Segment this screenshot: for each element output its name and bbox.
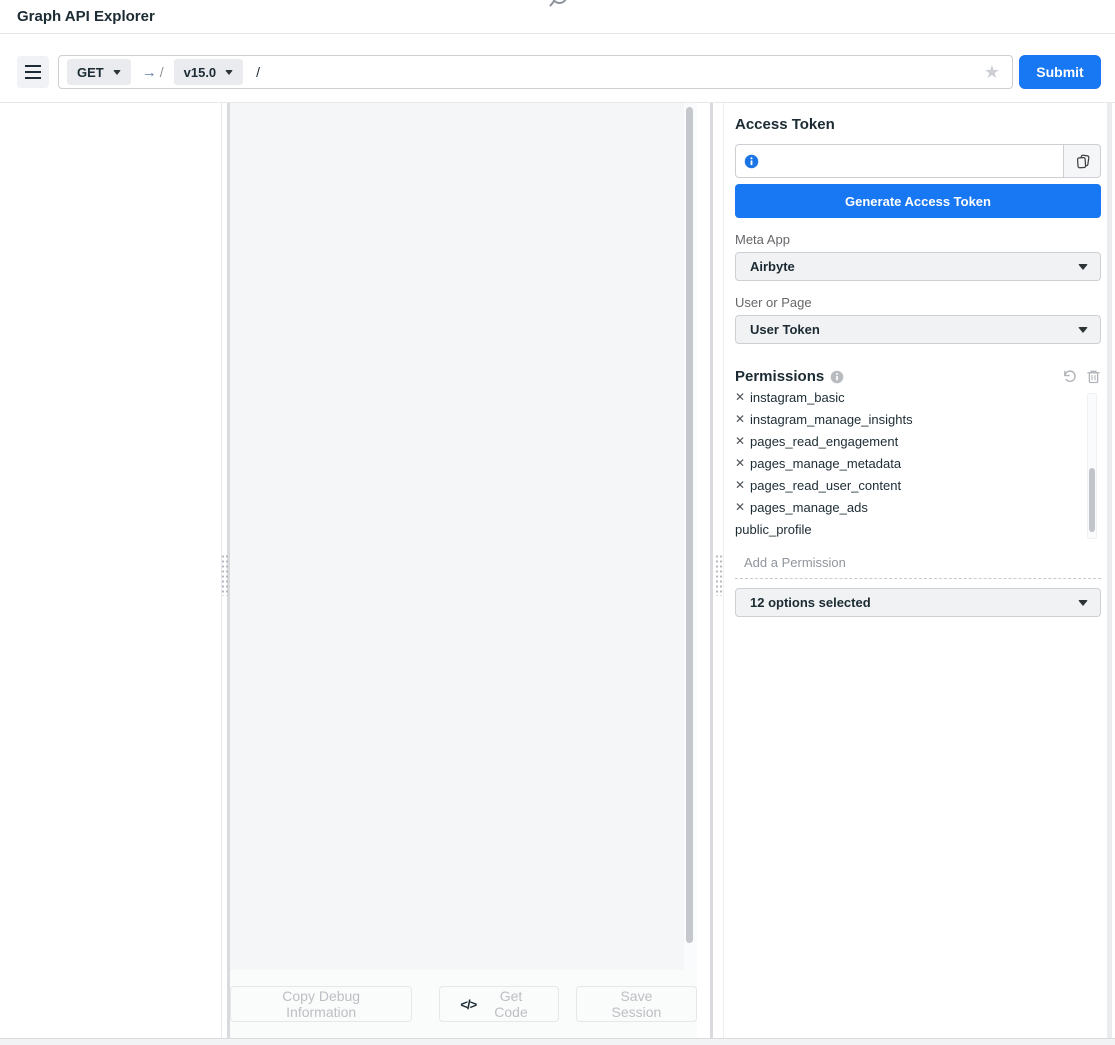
copy-token-button[interactable] bbox=[1063, 144, 1101, 178]
window-scrollbar-track[interactable] bbox=[1107, 103, 1112, 1038]
http-method-dropdown[interactable]: GET bbox=[67, 59, 131, 85]
meta-app-label: Meta App bbox=[735, 232, 1101, 247]
api-version-label: v15.0 bbox=[184, 65, 217, 80]
remove-permission-icon[interactable]: ✕ bbox=[735, 435, 750, 447]
response-panel bbox=[230, 103, 697, 970]
page-bottom-edge bbox=[0, 1038, 1115, 1045]
dashed-divider bbox=[735, 578, 1101, 579]
remove-permission-icon[interactable]: ✕ bbox=[735, 457, 750, 469]
trash-icon bbox=[1086, 369, 1101, 384]
favorite-star-icon[interactable]: ★ bbox=[980, 63, 1004, 81]
remove-permission-icon[interactable]: ✕ bbox=[735, 413, 750, 425]
permission-label: pages_read_engagement bbox=[750, 434, 898, 449]
bottom-action-bar: Copy Debug Information </> Get Code Save… bbox=[230, 970, 697, 1038]
user-or-page-dropdown[interactable]: User Token bbox=[735, 315, 1101, 344]
permissions-list: ✕ instagram_basic ✕ instagram_manage_ins… bbox=[735, 391, 1101, 541]
undo-icon bbox=[1062, 369, 1077, 384]
meta-app-value: Airbyte bbox=[750, 259, 795, 274]
arrow-icon: → bbox=[142, 64, 157, 81]
permission-item: ✕ instagram_basic bbox=[735, 391, 1101, 408]
get-code-button[interactable]: </> Get Code bbox=[439, 986, 558, 1022]
left-resize-handle[interactable] bbox=[221, 554, 228, 596]
permission-label: pages_read_user_content bbox=[750, 478, 901, 493]
hamburger-icon bbox=[25, 65, 41, 67]
request-url-bar[interactable]: GET → / v15.0 / ★ bbox=[58, 55, 1013, 89]
search-icon[interactable] bbox=[546, 0, 570, 11]
permission-item: ✕ pages_read_user_content bbox=[735, 474, 1101, 496]
chevron-down-icon bbox=[1078, 327, 1088, 333]
copy-icon bbox=[1074, 153, 1091, 170]
undo-permissions-button[interactable] bbox=[1062, 369, 1077, 384]
chevron-down-icon bbox=[1078, 264, 1088, 270]
chevron-down-icon bbox=[113, 70, 121, 75]
right-split-border bbox=[723, 103, 724, 1038]
remove-permission-icon[interactable]: ✕ bbox=[735, 479, 750, 491]
remove-permission-icon[interactable]: ✕ bbox=[735, 501, 750, 513]
request-path-value[interactable]: / bbox=[256, 64, 260, 80]
meta-app-dropdown[interactable]: Airbyte bbox=[735, 252, 1101, 281]
permissions-summary-dropdown[interactable]: 12 options selected bbox=[735, 588, 1101, 617]
info-icon[interactable] bbox=[830, 370, 844, 384]
http-method-label: GET bbox=[77, 65, 104, 80]
save-session-button[interactable]: Save Session bbox=[576, 986, 697, 1022]
user-or-page-value: User Token bbox=[750, 322, 820, 337]
copy-debug-information-button[interactable]: Copy Debug Information bbox=[230, 986, 412, 1022]
permission-label: instagram_manage_insights bbox=[750, 412, 913, 427]
request-toolbar: GET → / v15.0 / ★ Submit bbox=[0, 34, 1115, 103]
permission-item: ✕ pages_manage_metadata bbox=[735, 452, 1101, 474]
permission-item: ✕ pages_manage_ads bbox=[735, 496, 1101, 518]
clear-permissions-button[interactable] bbox=[1086, 369, 1101, 384]
access-token-input-wrap[interactable] bbox=[735, 144, 1063, 178]
permissions-scrollbar-track bbox=[1087, 393, 1097, 539]
response-scrollbar-thumb[interactable] bbox=[686, 107, 693, 943]
access-token-sidebar: Access Token Generate Access Token Meta … bbox=[735, 103, 1101, 617]
permissions-heading: Permissions bbox=[735, 368, 824, 385]
permission-label: instagram_basic bbox=[750, 391, 845, 405]
remove-permission-icon[interactable]: ✕ bbox=[735, 391, 750, 403]
chevron-down-icon bbox=[225, 70, 233, 75]
menu-button[interactable] bbox=[17, 56, 49, 88]
permissions-summary-value: 12 options selected bbox=[750, 595, 871, 610]
code-icon: </> bbox=[460, 997, 476, 1012]
generate-access-token-button[interactable]: Generate Access Token bbox=[735, 184, 1101, 218]
permission-item: ✕ pages_read_engagement bbox=[735, 430, 1101, 452]
add-permission-input[interactable] bbox=[735, 555, 1101, 570]
permission-item: public_profile bbox=[735, 518, 1101, 540]
right-resize-handle[interactable] bbox=[715, 554, 722, 596]
left-sidebar-panel bbox=[0, 103, 222, 1038]
access-token-field-group bbox=[735, 144, 1101, 178]
app-header: Graph API Explorer bbox=[0, 0, 1115, 34]
permission-label: pages_manage_metadata bbox=[750, 456, 901, 471]
api-version-dropdown[interactable]: v15.0 bbox=[174, 59, 244, 85]
permission-label: public_profile bbox=[735, 522, 812, 537]
permissions-header: Permissions bbox=[735, 368, 1101, 385]
page-title: Graph API Explorer bbox=[17, 8, 155, 25]
root-slash: / bbox=[160, 64, 164, 80]
chevron-down-icon bbox=[1078, 600, 1088, 606]
graph-api-explorer-page: Graph API Explorer GET → / v15.0 / ★ Sub… bbox=[0, 0, 1115, 1045]
submit-button[interactable]: Submit bbox=[1019, 55, 1101, 89]
info-icon[interactable] bbox=[744, 154, 759, 169]
access-token-input[interactable] bbox=[759, 145, 1063, 177]
access-token-heading: Access Token bbox=[735, 116, 1101, 133]
user-or-page-label: User or Page bbox=[735, 295, 1101, 310]
permission-label: pages_manage_ads bbox=[750, 500, 868, 515]
permission-item: ✕ instagram_manage_insights bbox=[735, 408, 1101, 430]
permissions-scrollbar-thumb[interactable] bbox=[1089, 468, 1095, 532]
right-split-divider bbox=[710, 103, 713, 1038]
